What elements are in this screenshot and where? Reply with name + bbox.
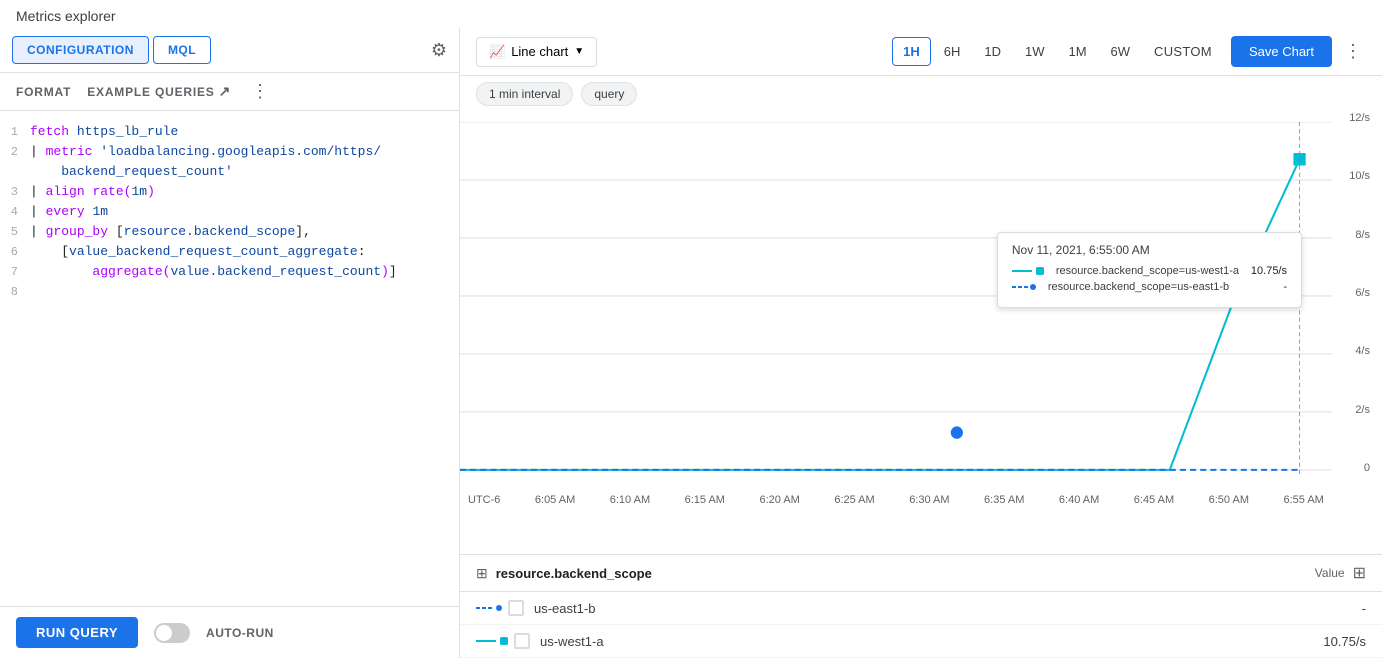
tag-query[interactable]: query (581, 82, 637, 106)
legend-row-east: us-east1-b - (460, 592, 1382, 625)
time-1m-button[interactable]: 1M (1057, 37, 1097, 66)
y-label-2: 2/s (1355, 404, 1370, 416)
code-line-8: 8 (0, 283, 459, 303)
legend-group-icon: ⊞ (476, 565, 488, 582)
time-1d-button[interactable]: 1D (973, 37, 1012, 66)
x-label-655: 6:55 AM (1283, 494, 1323, 506)
code-line-3: 3 | align rate(1m) (0, 183, 459, 203)
legend-title: resource.backend_scope (496, 566, 652, 581)
tooltip-value-2: - (1247, 281, 1287, 293)
x-label-utc: UTC-6 (468, 494, 500, 506)
editor-toolbar: FORMAT EXAMPLE QUERIES ↗ ⋮ (0, 73, 459, 111)
tooltip-swatch-teal (1036, 267, 1044, 275)
x-label-635: 6:35 AM (984, 494, 1024, 506)
code-line-6: 6 [value_backend_request_count_aggregate… (0, 243, 459, 263)
code-editor[interactable]: 1 fetch https_lb_rule 2 | metric 'loadba… (0, 111, 459, 606)
format-label: FORMAT (16, 85, 71, 99)
chart-type-button[interactable]: 📈 Line chart ▼ (476, 37, 597, 67)
time-custom-button[interactable]: CUSTOM (1143, 37, 1223, 66)
code-line-7: 7 aggregate(value.backend_request_count)… (0, 263, 459, 283)
line-chart-icon: 📈 (489, 44, 505, 60)
x-axis: UTC-6 6:05 AM 6:10 AM 6:15 AM 6:20 AM 6:… (460, 494, 1332, 506)
y-axis: 12/s 10/s 8/s 6/s 4/s 2/s 0 (1349, 112, 1370, 474)
chart-toolbar: 📈 Line chart ▼ 1H 6H 1D 1W 1M 6W CUSTOM … (460, 28, 1382, 76)
legend-checkbox-east[interactable] (508, 600, 524, 616)
legend-columns-icon[interactable]: ⊞ (1353, 563, 1366, 583)
left-panel: CONFIGURATION MQL ⚙ FORMAT EXAMPLE QUERI… (0, 28, 460, 658)
chart-tags: 1 min interval query (460, 76, 1382, 112)
tooltip-row-1: resource.backend_scope=us-west1-a 10.75/… (1012, 265, 1287, 277)
x-label-630: 6:30 AM (909, 494, 949, 506)
tooltip-label-1: resource.backend_scope=us-west1-a (1056, 265, 1239, 277)
app-title: Metrics explorer (0, 0, 1382, 28)
legend-dot-east (496, 605, 502, 611)
x-label-620: 6:20 AM (759, 494, 799, 506)
auto-run-toggle[interactable] (154, 623, 190, 643)
chart-area: 12/s 10/s 8/s 6/s 4/s 2/s 0 (460, 112, 1382, 554)
legend-line-east (476, 605, 502, 611)
code-line-5: 5 | group_by [resource.backend_scope], (0, 223, 459, 243)
tab-configuration[interactable]: CONFIGURATION (12, 36, 149, 64)
chart-more-options-button[interactable]: ⋮ (1340, 37, 1366, 66)
legend-row-west: us-west1-a 10.75/s (460, 625, 1382, 658)
legend-item-west-value: 10.75/s (1323, 634, 1366, 649)
time-1w-button[interactable]: 1W (1014, 37, 1056, 66)
save-chart-button[interactable]: Save Chart (1231, 36, 1332, 67)
time-range-group: 1H 6H 1D 1W 1M 6W CUSTOM (892, 37, 1223, 66)
chart-type-label: Line chart (511, 44, 568, 59)
y-label-6: 6/s (1355, 287, 1370, 299)
tooltip-dot-blue (1030, 284, 1036, 290)
x-label-615: 6:15 AM (685, 494, 725, 506)
tooltip-row-2: resource.backend_scope=us-east1-b - (1012, 281, 1287, 293)
top-toolbar: CONFIGURATION MQL ⚙ (0, 28, 459, 73)
x-label-650: 6:50 AM (1209, 494, 1249, 506)
code-line-2: 2 | metric 'loadbalancing.googleapis.com… (0, 143, 459, 163)
right-panel: 📈 Line chart ▼ 1H 6H 1D 1W 1M 6W CUSTOM … (460, 28, 1382, 658)
x-label-645: 6:45 AM (1134, 494, 1174, 506)
time-6w-button[interactable]: 6W (1100, 37, 1142, 66)
time-1h-button[interactable]: 1H (892, 37, 931, 66)
x-label-625: 6:25 AM (834, 494, 874, 506)
y-label-12: 12/s (1349, 112, 1370, 124)
legend-area: ⊞ resource.backend_scope Value ⊞ us-east… (460, 554, 1382, 658)
y-label-0: 0 (1364, 462, 1370, 474)
settings-button[interactable]: ⚙ (431, 40, 447, 61)
x-label-640: 6:40 AM (1059, 494, 1099, 506)
tooltip-title: Nov 11, 2021, 6:55:00 AM (1012, 243, 1287, 257)
y-label-4: 4/s (1355, 345, 1370, 357)
tooltip: Nov 11, 2021, 6:55:00 AM resource.backen… (997, 232, 1302, 308)
legend-swatch-west (500, 637, 508, 645)
tab-mql[interactable]: MQL (153, 36, 211, 64)
legend-item-east-value: - (1362, 601, 1366, 616)
legend-checkbox-west[interactable] (514, 633, 530, 649)
code-line-2b: backend_request_count' (0, 163, 459, 183)
tag-interval[interactable]: 1 min interval (476, 82, 573, 106)
code-line-4: 4 | every 1m (0, 203, 459, 223)
tooltip-line-teal (1012, 270, 1032, 272)
run-query-button[interactable]: RUN QUERY (16, 617, 138, 648)
legend-header: ⊞ resource.backend_scope Value ⊞ (460, 555, 1382, 592)
editor-more-options[interactable]: ⋮ (251, 81, 269, 102)
chart-type-dropdown-arrow: ▼ (574, 46, 584, 57)
legend-value-label: Value (1315, 566, 1345, 580)
bottom-toolbar: RUN QUERY AUTO-RUN (0, 606, 459, 658)
x-label-610: 6:10 AM (610, 494, 650, 506)
time-6h-button[interactable]: 6H (933, 37, 972, 66)
legend-item-west-name: us-west1-a (540, 634, 604, 649)
legend-line-west (476, 637, 508, 645)
example-queries-link[interactable]: EXAMPLE QUERIES ↗ (87, 83, 231, 100)
legend-item-east-name: us-east1-b (534, 601, 595, 616)
y-label-8: 8/s (1355, 229, 1370, 241)
auto-run-label: AUTO-RUN (206, 626, 274, 640)
x-label-605: 6:05 AM (535, 494, 575, 506)
y-label-10: 10/s (1349, 170, 1370, 182)
tooltip-label-2: resource.backend_scope=us-east1-b (1048, 281, 1239, 293)
external-link-icon: ↗ (219, 83, 232, 100)
tooltip-value-1: 10.75/s (1247, 265, 1287, 277)
code-line-1: 1 fetch https_lb_rule (0, 123, 459, 143)
